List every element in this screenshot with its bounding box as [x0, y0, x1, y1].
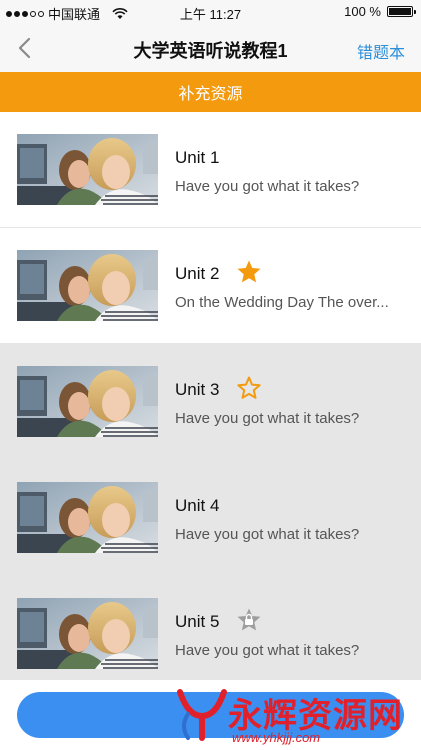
unit-subtitle: Have you got what it takes? — [175, 642, 360, 659]
unit-subtitle: Have you got what it takes? — [175, 410, 360, 427]
battery-percent: 100 % — [344, 4, 381, 19]
unit-row-5[interactable]: Unit 5 Have you got what it takes? — [0, 576, 421, 692]
unit-row-2[interactable]: Unit 2 On the Wedding Day The over... — [0, 228, 421, 344]
unit-title: Unit 4 — [175, 496, 220, 515]
unit-row-4[interactable]: Unit 4 Have you got what it takes? — [0, 460, 421, 576]
unit-thumbnail — [17, 482, 158, 553]
unit-list: Unit 1 Have you got what it takes? Unit … — [0, 112, 421, 692]
unit-thumbnail — [17, 366, 158, 437]
lock-icon — [237, 608, 261, 631]
banner-label: 补充资源 — [178, 86, 243, 103]
mistake-book-link[interactable]: 错题本 — [357, 39, 405, 63]
battery-level — [389, 8, 411, 15]
unit-title: Unit 5 — [175, 612, 220, 631]
unit-thumbnail — [17, 250, 158, 321]
bottom-bar — [0, 680, 421, 750]
unit-subtitle: Have you got what it takes? — [175, 526, 360, 543]
supplementary-resources-banner[interactable]: 补充资源 — [0, 72, 421, 112]
unit-row-3[interactable]: Unit 3 Have you got what it takes? — [0, 344, 421, 460]
unit-row-1[interactable]: Unit 1 Have you got what it takes? — [0, 112, 421, 228]
unit-thumbnail — [17, 134, 158, 205]
star-filled-icon — [237, 260, 261, 283]
unit-thumbnail — [17, 598, 158, 669]
unit-subtitle: On the Wedding Day The over... — [175, 294, 389, 311]
star-outline-icon — [237, 376, 261, 399]
unit-subtitle: Have you got what it takes? — [175, 178, 360, 195]
status-bar: 中国联通 上午 11:27 100 % — [0, 0, 421, 24]
unit-title: Unit 3 — [175, 380, 220, 399]
status-right: 100 % — [344, 4, 416, 19]
main-action-button[interactable] — [17, 692, 404, 738]
unit-title: Unit 2 — [175, 264, 220, 283]
unit-title: Unit 1 — [175, 148, 220, 167]
nav-bar: 大学英语听说教程1 错题本 — [0, 24, 421, 72]
battery-icon — [387, 6, 416, 17]
